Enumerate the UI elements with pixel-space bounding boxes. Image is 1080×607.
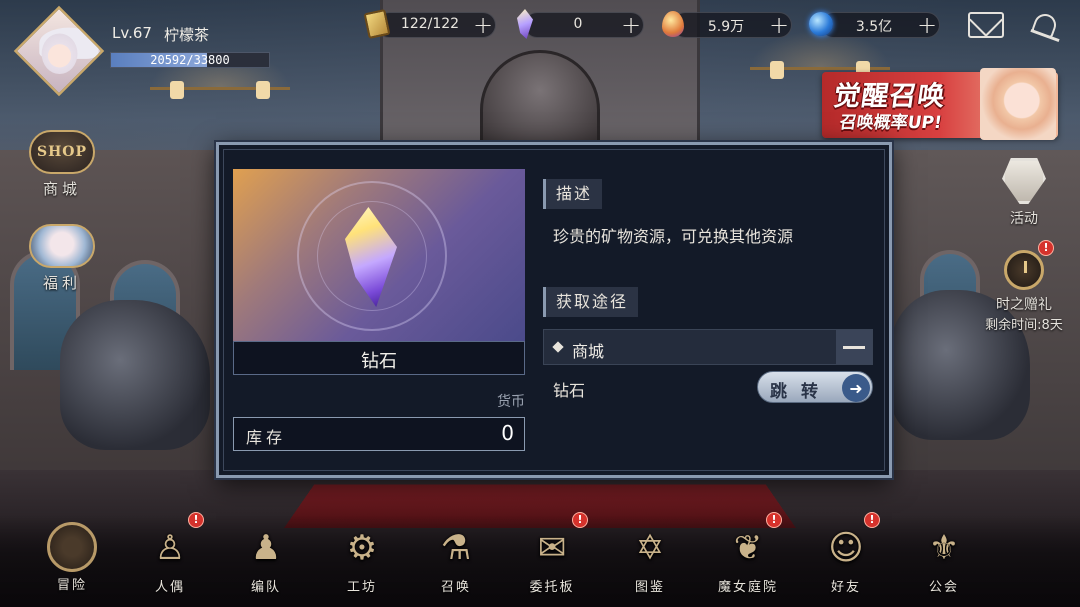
- resource-value: 5.9万: [707, 19, 745, 35]
- alert-badge: !: [1038, 240, 1054, 256]
- add-mana-button[interactable]: +: [914, 11, 940, 39]
- nav-doll[interactable]: ♙ 人偶: [130, 522, 210, 595]
- description-heading: 描述: [543, 179, 603, 209]
- nav-label: 编队: [250, 580, 281, 595]
- nav-label: 好友: [830, 580, 861, 595]
- nav-label: 公会: [928, 580, 959, 595]
- notification-bell-icon[interactable]: [1028, 8, 1062, 43]
- nav-witch-garden[interactable]: ❦ 魔女庭院: [708, 522, 788, 595]
- source-item-name: 钻石: [553, 381, 586, 400]
- nav-label: 委托板: [529, 580, 575, 595]
- guild-icon: ⚜: [928, 528, 960, 568]
- exp-text: 20592/33800: [150, 53, 230, 67]
- welfare-icon: [29, 224, 95, 268]
- item-artwork: [233, 169, 525, 345]
- mail-icon[interactable]: [968, 12, 1004, 38]
- commission-icon: ✉: [537, 528, 567, 568]
- welfare-label: 福利: [42, 274, 81, 292]
- avatar-face: [41, 33, 78, 75]
- doll-icon: ♙: [154, 528, 186, 568]
- stock-label: 库存: [246, 428, 287, 447]
- description-text: 珍贵的矿物资源，可兑换其他资源: [553, 227, 794, 246]
- nav-formation[interactable]: ♟ 编队: [226, 522, 306, 595]
- stock-value: 0: [501, 421, 514, 445]
- player-name: 柠檬茶: [163, 26, 209, 44]
- bottom-navigation: 冒险 ♙ 人偶 ♟ 编队 ⚙ 工坊 ⚗ 召唤 ✉ 委托板 ✡ 图鉴 ❦ 魔女庭院…: [0, 512, 1080, 607]
- event-label: 活动: [1010, 211, 1038, 227]
- alert-badge: !: [864, 512, 880, 528]
- clock-icon: [1004, 250, 1044, 290]
- player-level: Lv.67: [112, 24, 152, 42]
- alert-badge: !: [572, 512, 588, 528]
- time-gift-label: 时之赠礼: [996, 297, 1052, 313]
- resource-value: 3.5亿: [855, 19, 893, 35]
- nav-friends[interactable]: ☺ 好友: [806, 522, 886, 595]
- event-crystal-icon: [1002, 158, 1046, 204]
- source-group-shop[interactable]: 商城: [543, 329, 873, 365]
- collapse-button[interactable]: [836, 330, 872, 364]
- item-type: 货币: [497, 394, 525, 410]
- summon-icon: ⚗: [440, 528, 472, 568]
- shop-icon: SHOP: [29, 130, 95, 174]
- alert-badge: !: [188, 512, 204, 528]
- nav-summon[interactable]: ⚗ 召唤: [416, 522, 496, 595]
- nav-label: 冒险: [56, 578, 87, 593]
- jump-button[interactable]: 跳转 ➜: [757, 371, 873, 403]
- nav-commission[interactable]: ✉ 委托板: [512, 522, 592, 595]
- banner-subtitle: 召唤概率UP!: [838, 113, 944, 133]
- nav-adventure[interactable]: 冒险: [32, 522, 112, 593]
- gargoyle-statue-left: [60, 300, 210, 450]
- codex-icon: ✡: [635, 528, 665, 568]
- arrow-right-icon: ➜: [842, 374, 870, 402]
- item-detail-dialog: 钻石 货币 库存 0 描述 珍贵的矿物资源，可兑换其他资源 获取途径 商城 钻石…: [216, 142, 892, 478]
- nav-label: 召唤: [440, 580, 471, 595]
- nav-guild[interactable]: ⚜ 公会: [904, 522, 984, 595]
- nav-codex[interactable]: ✡ 图鉴: [610, 522, 690, 595]
- shop-button[interactable]: SHOP 商城: [22, 130, 102, 199]
- stock-box: 库存 0: [233, 417, 525, 451]
- add-essence-button[interactable]: +: [766, 11, 792, 39]
- friends-icon: ☺: [828, 528, 864, 568]
- item-name-bar: 钻石: [233, 341, 525, 375]
- item-name: 钻石: [361, 351, 397, 372]
- welfare-button[interactable]: 福利: [22, 224, 102, 293]
- time-gift-button[interactable]: 时之赠礼 剩余时间:8天: [984, 250, 1064, 333]
- awaken-summon-banner[interactable]: 觉醒召唤 召唤概率UP!: [822, 68, 1058, 142]
- nav-label: 图鉴: [634, 580, 665, 595]
- nav-label: 工坊: [346, 580, 377, 595]
- add-diamond-button[interactable]: +: [618, 11, 644, 39]
- witch-garden-icon: ❦: [733, 528, 763, 568]
- source-heading: 获取途径: [543, 287, 639, 317]
- source-group-name: 商城: [572, 342, 605, 361]
- nav-label: 魔女庭院: [717, 580, 778, 595]
- exp-bar: 20592/33800: [110, 52, 270, 68]
- level-name-row: Lv.67 柠檬茶: [112, 24, 209, 45]
- adventure-icon: [47, 522, 97, 572]
- resource-value: 122/122: [400, 16, 460, 32]
- add-paper-token-button[interactable]: +: [470, 11, 496, 39]
- jump-label: 跳转: [770, 382, 832, 402]
- event-button[interactable]: 活动: [984, 158, 1064, 228]
- nav-label: 人偶: [154, 580, 185, 595]
- resource-value: 0: [573, 16, 583, 32]
- workshop-icon: ⚙: [346, 528, 378, 568]
- formation-icon: ♟: [250, 528, 282, 568]
- banner-character-portrait: [980, 68, 1056, 140]
- alert-badge: !: [766, 512, 782, 528]
- nav-workshop[interactable]: ⚙ 工坊: [322, 522, 402, 595]
- diamond-bullet-icon: [552, 341, 564, 353]
- time-gift-remaining: 剩余时间:8天: [985, 318, 1063, 333]
- shop-label: 商城: [42, 180, 81, 198]
